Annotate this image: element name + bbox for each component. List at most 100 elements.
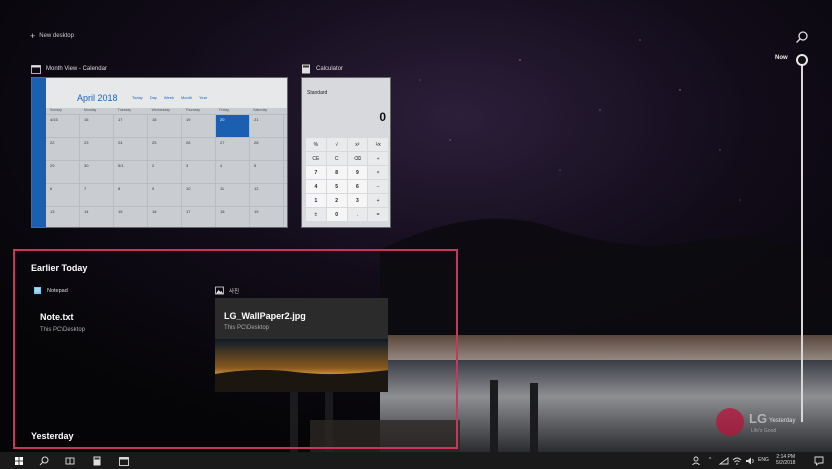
people-icon[interactable] — [690, 455, 702, 467]
calendar-day: 23 — [80, 138, 114, 160]
calendar-day: 22 — [46, 138, 80, 160]
calc-key: 0 — [326, 208, 347, 221]
calendar-day: 18 — [216, 207, 250, 227]
calendar-day: 10 — [182, 184, 216, 206]
taskbar-search-icon[interactable] — [38, 455, 50, 467]
calc-key: ⌫ — [347, 152, 368, 165]
calculator-window-title[interactable]: Calculator — [301, 64, 343, 74]
calc-key: 4 — [306, 180, 326, 193]
volume-icon[interactable] — [744, 455, 756, 467]
calc-key: 3 — [347, 194, 368, 207]
timeline-track[interactable] — [801, 62, 803, 422]
calc-key: ⅟x — [368, 138, 388, 151]
calc-key: 5 — [326, 180, 347, 193]
weekday-label: Sunday — [50, 108, 62, 112]
calendar-day: 11 — [216, 184, 250, 206]
yesterday-heading: Yesterday — [31, 431, 74, 441]
lg-logo-icon — [716, 408, 744, 436]
calendar-day: 26 — [182, 138, 216, 160]
calendar-week-row: 29 30 5/1 2 3 4 5 — [46, 160, 287, 183]
calc-key: ± — [306, 208, 326, 221]
activity-title: LG_WallPaper2.jpg — [224, 311, 306, 321]
calendar-toolbar: Today Day Week Month Year — [132, 95, 207, 100]
calculator-taskbar-icon[interactable] — [91, 455, 103, 467]
earlier-today-heading: Earlier Today — [31, 263, 88, 273]
calendar-day: 19 — [182, 115, 216, 137]
calendar-day: 7 — [80, 184, 114, 206]
calendar-day: 8 — [114, 184, 148, 206]
calendar-day: 21 — [250, 115, 284, 137]
calendar-window-title[interactable]: Month View - Calendar — [31, 64, 107, 74]
calculator-window-thumbnail[interactable]: Standard 0 % √ x² ⅟x CE C ⌫ ÷ 7 8 9 × 4 … — [301, 77, 391, 228]
network-icon[interactable] — [718, 455, 730, 467]
timeline-search-button[interactable] — [795, 30, 809, 44]
wifi-icon[interactable] — [731, 455, 743, 467]
photos-icon — [215, 286, 224, 295]
calendar-day: 17 — [114, 115, 148, 137]
calendar-window-thumbnail[interactable]: April 2018 Today Day Week Month Year Sun… — [31, 77, 288, 228]
calendar-day: 25 — [148, 138, 182, 160]
weekday-label: Tuesday — [117, 108, 132, 112]
activity-title: Note.txt — [40, 312, 74, 322]
calendar-day: 9 — [148, 184, 182, 206]
activity-location: This PC\Desktop — [224, 325, 270, 331]
notepad-activity-card[interactable]: Note.txt This PC\Desktop — [30, 298, 200, 392]
taskbar-clock[interactable]: 2:14 PM 5/2/2018 — [776, 454, 795, 466]
calc-key: 8 — [326, 166, 347, 179]
calendar-week-row: 4/15 16 17 18 19 20 21 — [46, 114, 287, 137]
calendar-day: 6 — [46, 184, 80, 206]
calendar-tool-month: Month — [180, 95, 193, 100]
calculator-display: 0 — [379, 110, 386, 124]
search-icon — [796, 31, 808, 43]
calendar-week-row: 6 7 8 9 10 11 12 — [46, 183, 287, 206]
calendar-day: 5/1 — [114, 161, 148, 183]
calc-key: ÷ — [368, 152, 388, 165]
calc-key: 2 — [326, 194, 347, 207]
calendar-day: 18 — [148, 115, 182, 137]
calc-key: 6 — [347, 180, 368, 193]
calc-key: . — [347, 208, 368, 221]
calendar-day: 27 — [216, 138, 250, 160]
timeline-scrubber-handle[interactable] — [796, 54, 808, 66]
action-center-icon[interactable] — [813, 455, 825, 467]
calc-key: = — [368, 208, 388, 221]
calendar-day: 30 — [80, 161, 114, 183]
calc-key: √ — [326, 138, 347, 151]
calendar-day: 16 — [148, 207, 182, 227]
calc-key: 9 — [347, 166, 368, 179]
calendar-tool-today: Today — [132, 95, 143, 100]
calendar-day: 28 — [250, 138, 284, 160]
photos-activity-app: 사진 — [215, 286, 239, 295]
calendar-day: 14 — [80, 207, 114, 227]
calendar-day: 17 — [182, 207, 216, 227]
new-desktop-label: New desktop — [39, 33, 74, 39]
notepad-app-label: Notepad — [47, 287, 68, 294]
calendar-taskbar-icon[interactable] — [118, 455, 130, 467]
calendar-day: 15 — [114, 207, 148, 227]
input-language-indicator[interactable]: ENG — [758, 457, 769, 463]
calculator-window-label: Calculator — [316, 66, 344, 72]
calendar-window-label: Month View - Calendar — [46, 66, 107, 72]
calendar-app-icon — [31, 65, 41, 74]
calc-key: 7 — [306, 166, 326, 179]
calendar-day-today: 20 — [216, 115, 250, 137]
calculator-app-icon — [302, 64, 310, 74]
windows-start-icon[interactable] — [13, 455, 25, 467]
new-desktop-button[interactable]: + New desktop — [30, 31, 74, 41]
photo-activity-card[interactable]: LG_WallPaper2.jpg This PC\Desktop — [215, 298, 388, 392]
calendar-week-row: 13 14 15 16 17 18 19 — [46, 206, 287, 227]
taskbar: ^ ENG 2:14 PM 5/2/2018 — [0, 452, 832, 469]
calculator-mode-label: Standard — [307, 90, 328, 96]
calendar-tool-year: Year — [199, 95, 208, 100]
activity-location: This PC\Desktop — [40, 327, 86, 333]
calendar-weekday-row: Sunday Monday Tuesday Wednesday Thursday… — [46, 108, 287, 114]
photo-thumbnail — [215, 339, 388, 392]
calendar-day: 4/15 — [46, 115, 80, 137]
calendar-day: 24 — [114, 138, 148, 160]
timeline-yesterday-marker[interactable]: Yesterday — [769, 418, 795, 424]
notepad-icon — [34, 287, 41, 294]
calc-key: + — [368, 194, 388, 207]
task-view-icon[interactable] — [64, 455, 76, 467]
calendar-tool-day: Day — [149, 95, 157, 100]
show-hidden-icons-chevron-icon[interactable]: ^ — [709, 457, 711, 463]
